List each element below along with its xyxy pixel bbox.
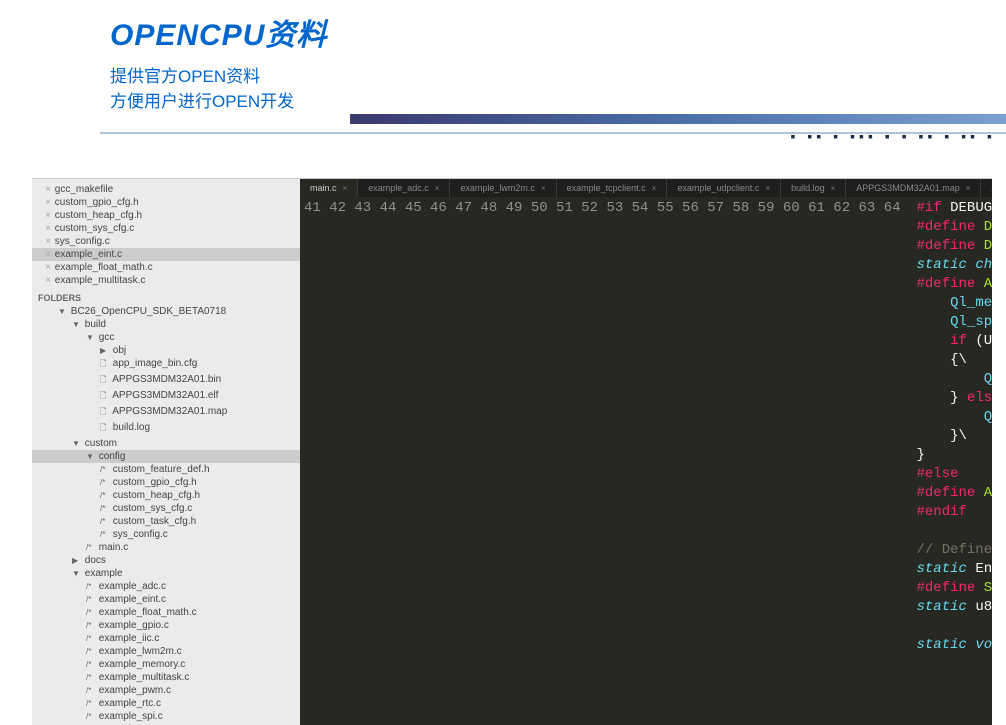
- tab-label: main.c: [310, 183, 337, 193]
- code-area[interactable]: 41 42 43 44 45 46 47 48 49 50 51 52 53 5…: [300, 197, 992, 725]
- tab-label: APPGS3MDM32A01.elf: [991, 183, 992, 193]
- tab-label: example_udpclient.c: [677, 183, 759, 193]
- close-icon[interactable]: ×: [765, 184, 770, 193]
- subtitle-1: 提供官方OPEN资料: [110, 62, 1006, 87]
- tab-label: example_lwm2m.c: [460, 183, 535, 193]
- editor-tab[interactable]: main.c ×: [300, 179, 358, 197]
- tree-item[interactable]: /* main.c: [32, 541, 300, 554]
- tree-item[interactable]: ▼ BC26_OpenCPU_SDK_BETA0718: [32, 305, 300, 318]
- close-icon[interactable]: ×: [343, 184, 348, 193]
- tab-label: example_adc.c: [368, 183, 429, 193]
- page-title: OPENCPU资料: [110, 10, 1006, 54]
- editor-tab[interactable]: example_adc.c ×: [358, 179, 450, 197]
- open-file-item[interactable]: × custom_gpio_cfg.h: [32, 196, 300, 209]
- tab-bar[interactable]: main.c×example_adc.c×example_lwm2m.c×exa…: [300, 179, 992, 197]
- open-file-item[interactable]: × custom_sys_cfg.c: [32, 222, 300, 235]
- close-icon[interactable]: ×: [435, 184, 440, 193]
- open-file-item[interactable]: × example_float_math.c: [32, 261, 300, 274]
- tree-item[interactable]: /* example_gpio.c: [32, 619, 300, 632]
- tab-label: example_tcpclient.c: [567, 183, 646, 193]
- tree-item[interactable]: ▼ custom: [32, 437, 300, 450]
- ide-window: × gcc_makefile× custom_gpio_cfg.h× custo…: [32, 178, 992, 725]
- editor-pane: main.c×example_adc.c×example_lwm2m.c×exa…: [300, 179, 992, 725]
- editor-tab[interactable]: example_tcpclient.c ×: [557, 179, 668, 197]
- tree-item[interactable]: ▼ gcc: [32, 331, 300, 344]
- tree-item[interactable]: 🗋 app_image_bin.cfg: [32, 357, 300, 373]
- folders-header: FOLDERS: [32, 287, 300, 305]
- tree-item[interactable]: /* example_adc.c: [32, 580, 300, 593]
- tree-item[interactable]: /* custom_feature_def.h: [32, 463, 300, 476]
- tree-item[interactable]: /* example_memory.c: [32, 658, 300, 671]
- tree-item[interactable]: /* custom_gpio_cfg.h: [32, 476, 300, 489]
- tree-item[interactable]: /* example_iic.c: [32, 632, 300, 645]
- line-gutter: 41 42 43 44 45 46 47 48 49 50 51 52 53 5…: [300, 197, 911, 725]
- tree-item[interactable]: ▼ config: [32, 450, 300, 463]
- editor-tab[interactable]: APPGS3MDM32A01.elf×: [981, 179, 992, 197]
- tree-item[interactable]: /* sys_config.c: [32, 528, 300, 541]
- tree-item[interactable]: /* example_lwm2m.c: [32, 645, 300, 658]
- editor-tab[interactable]: example_lwm2m.c ×: [450, 179, 556, 197]
- editor-tab[interactable]: build.log ×: [781, 179, 846, 197]
- tab-label: APPGS3MDM32A01.map: [856, 183, 960, 193]
- tree-item[interactable]: /* example_eint.c: [32, 593, 300, 606]
- tree-item[interactable]: ▶ obj: [32, 344, 300, 357]
- open-file-item[interactable]: × example_eint.c: [32, 248, 300, 261]
- tree-item[interactable]: /* example_multitask.c: [32, 671, 300, 684]
- open-file-item[interactable]: × example_multitask.c: [32, 274, 300, 287]
- decorative-band: ▪ ▪▪ ▪ ▪▪▪ ▪ ▪ ▪▪ ▪ ▪▪ ▪: [350, 100, 1006, 140]
- tree-item[interactable]: /* example_float_math.c: [32, 606, 300, 619]
- tree-item[interactable]: /* example_pwm.c: [32, 684, 300, 697]
- tree-item[interactable]: /* example_spi.c: [32, 710, 300, 723]
- open-file-item[interactable]: × custom_heap_cfg.h: [32, 209, 300, 222]
- tree-item[interactable]: 🗋 APPGS3MDM32A01.elf: [32, 389, 300, 405]
- tree-item[interactable]: ▼ build: [32, 318, 300, 331]
- close-icon[interactable]: ×: [966, 184, 971, 193]
- tree-item[interactable]: ▶ docs: [32, 554, 300, 567]
- editor-tab[interactable]: example_udpclient.c ×: [667, 179, 781, 197]
- tree-item[interactable]: ▼ example: [32, 567, 300, 580]
- tree-item[interactable]: 🗋 build.log: [32, 421, 300, 437]
- open-file-item[interactable]: × gcc_makefile: [32, 183, 300, 196]
- tree-item[interactable]: /* example_rtc.c: [32, 697, 300, 710]
- tree-item[interactable]: /* custom_heap_cfg.h: [32, 489, 300, 502]
- tree-item[interactable]: 🗋 APPGS3MDM32A01.bin: [32, 373, 300, 389]
- tree-item[interactable]: /* custom_sys_cfg.c: [32, 502, 300, 515]
- slide-header: OPENCPU资料 提供官方OPEN资料 方便用户进行OPEN开发: [0, 0, 1006, 112]
- close-icon[interactable]: ×: [652, 184, 657, 193]
- open-file-item[interactable]: × sys_config.c: [32, 235, 300, 248]
- editor-tab[interactable]: APPGS3MDM32A01.map ×: [846, 179, 981, 197]
- code-text[interactable]: #if DEBUG_ENABLE > 0 #define DEBUG_PORT …: [911, 197, 993, 725]
- sidebar[interactable]: × gcc_makefile× custom_gpio_cfg.h× custo…: [32, 179, 300, 725]
- tree-item[interactable]: 🗋 APPGS3MDM32A01.map: [32, 405, 300, 421]
- tree-item[interactable]: /* custom_task_cfg.h: [32, 515, 300, 528]
- close-icon[interactable]: ×: [831, 184, 836, 193]
- close-icon[interactable]: ×: [541, 184, 546, 193]
- tab-label: build.log: [791, 183, 825, 193]
